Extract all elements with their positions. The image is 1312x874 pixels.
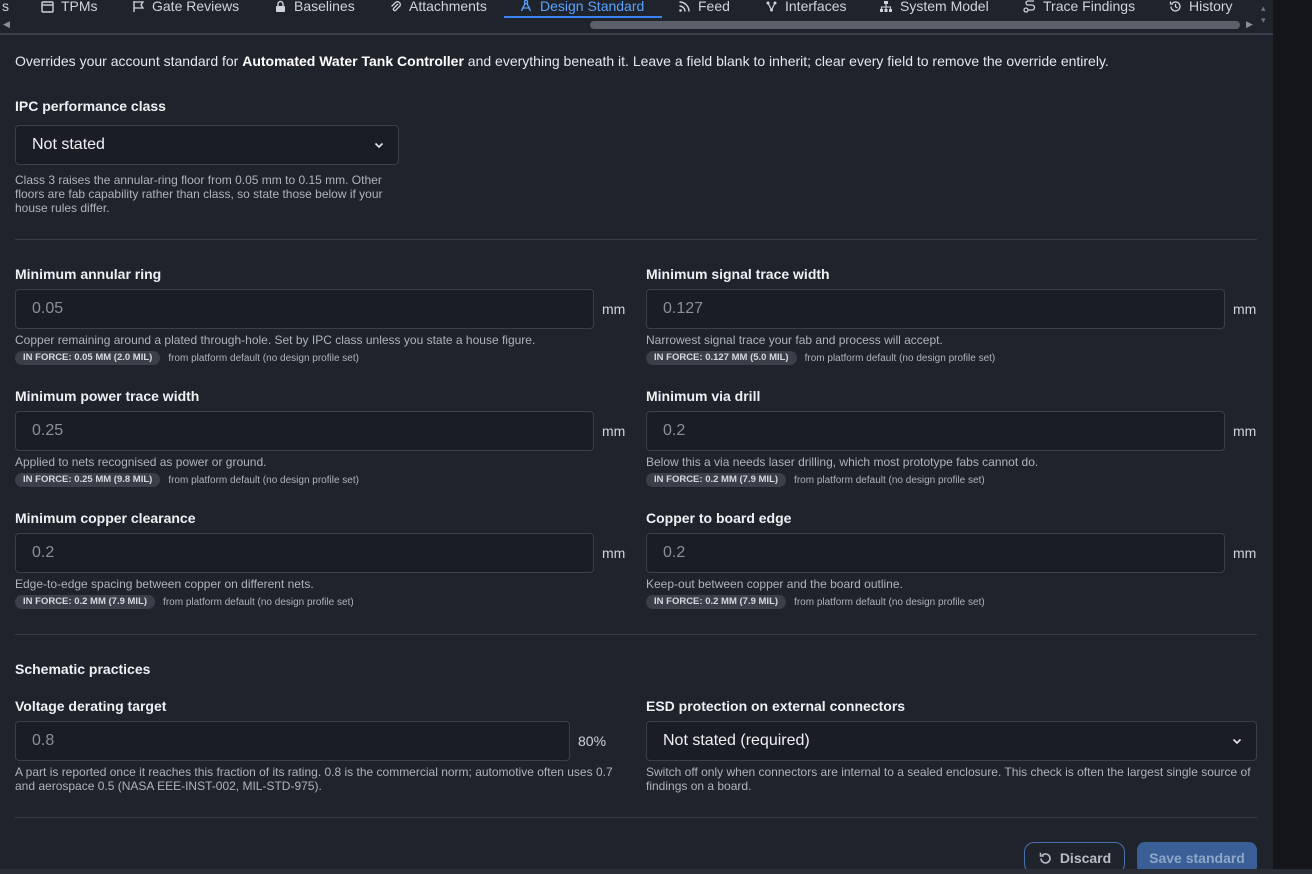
signal-trace-unit: mm (1233, 301, 1257, 317)
in-force-badge: IN FORCE: 0.2 MM (7.9 MIL) (15, 595, 156, 609)
scroll-right-icon[interactable]: ▶ (1246, 19, 1253, 30)
paperclip-icon (388, 0, 402, 13)
ipc-class-select[interactable]: Not stated (15, 125, 399, 165)
annular-ring-help: Copper remaining around a plated through… (15, 333, 536, 347)
window-gutter (1273, 0, 1312, 874)
tab-baselines[interactable]: Baselines (273, 0, 355, 17)
annular-ring-label: Minimum annular ring (15, 266, 162, 282)
esd-select[interactable]: Not stated (required) (646, 721, 1257, 761)
power-trace-unit: mm (602, 423, 626, 439)
signal-trace-help: Narrowest signal trace your fab and proc… (646, 333, 943, 347)
signal-trace-input[interactable]: 0.127 (646, 289, 1225, 329)
gutter-arrow-icon[interactable]: ▴ ▾ (1261, 2, 1271, 25)
network-icon (764, 0, 778, 13)
signal-trace-label: Minimum signal trace width (646, 266, 830, 282)
tab-tpms[interactable]: TPMs (40, 0, 98, 17)
in-force-badge: IN FORCE: 0.127 MM (5.0 MIL) (646, 351, 797, 365)
lock-icon (273, 0, 287, 13)
board-edge-label: Copper to board edge (646, 510, 792, 526)
section-divider (15, 817, 1257, 818)
esd-label: ESD protection on external connectors (646, 698, 906, 714)
divider (0, 33, 1273, 35)
via-drill-help: Below this a via needs laser drilling, w… (646, 455, 1039, 469)
copper-clearance-help: Edge-to-edge spacing between copper on d… (15, 577, 314, 591)
tab-bar: s TPMs Gate Reviews Baselines Attachment… (0, 0, 1273, 18)
board-edge-input[interactable]: 0.2 (646, 533, 1225, 573)
in-force-badge: IN FORCE: 0.2 MM (7.9 MIL) (646, 595, 787, 609)
source-note: from platform default (no design profile… (794, 596, 985, 608)
power-trace-input[interactable]: 0.25 (15, 411, 594, 451)
tab-gate-reviews[interactable]: Gate Reviews (131, 0, 239, 17)
ipc-class-label: IPC performance class (15, 98, 166, 114)
tab-attachments[interactable]: Attachments (388, 0, 487, 17)
derating-unit: 80% (578, 733, 607, 749)
source-note: from platform default (no design profile… (163, 596, 354, 608)
derating-help: A part is reported once it reaches this … (15, 765, 613, 793)
tab-feed[interactable]: Feed (677, 0, 730, 17)
tab-trace-findings[interactable]: Trace Findings (1022, 0, 1135, 17)
source-note: from platform default (no design profile… (168, 474, 359, 486)
tab-interfaces[interactable]: Interfaces (764, 0, 846, 17)
tab-design-standard[interactable]: Design Standard (519, 0, 644, 17)
via-drill-input[interactable]: 0.2 (646, 411, 1225, 451)
board-edge-unit: mm (1233, 545, 1257, 561)
flag-icon (131, 0, 145, 13)
save-label: Save standard (1149, 850, 1245, 866)
discard-label: Discard (1059, 850, 1112, 866)
tab-partial[interactable]: s (2, 0, 9, 17)
annular-ring-status: IN FORCE: 0.05 MM (2.0 MIL) from platfor… (15, 351, 359, 365)
history-icon (1168, 0, 1182, 13)
ruler-compass-icon (519, 0, 533, 13)
source-note: from platform default (no design profile… (804, 352, 996, 364)
power-trace-label: Minimum power trace width (15, 388, 200, 404)
trace-icon (1022, 0, 1036, 13)
power-trace-help: Applied to nets recognised as power or g… (15, 455, 267, 469)
scroll-left-icon[interactable]: ◀ (3, 19, 10, 30)
in-force-badge: IN FORCE: 0.2 MM (7.9 MIL) (646, 473, 787, 487)
esd-help: Switch off only when connectors are inte… (646, 765, 1251, 793)
app-window: s TPMs Gate Reviews Baselines Attachment… (0, 0, 1273, 874)
via-drill-unit: mm (1233, 423, 1257, 439)
ipc-class-help: Class 3 raises the annular-ring floor fr… (15, 173, 383, 215)
source-note: from platform default (no design profile… (168, 352, 359, 364)
in-force-badge: IN FORCE: 0.05 MM (2.0 MIL) (15, 351, 161, 365)
in-force-badge: IN FORCE: 0.25 MM (9.8 MIL) (15, 473, 161, 487)
calendar-icon (40, 0, 54, 13)
source-note: from platform default (no design profile… (794, 474, 985, 486)
scrollbar-thumb[interactable] (590, 21, 1240, 29)
annular-ring-input[interactable]: 0.05 (15, 289, 594, 329)
copper-clearance-label: Minimum copper clearance (15, 510, 196, 526)
undo-icon (1039, 852, 1051, 864)
rss-icon (677, 0, 691, 13)
board-edge-status: IN FORCE: 0.2 MM (7.9 MIL) from platform… (646, 595, 985, 609)
annular-ring-unit: mm (602, 301, 626, 317)
chevron-down-icon (1232, 738, 1242, 745)
derating-label: Voltage derating target (15, 698, 167, 714)
project-name: Automated Water Tank Controller (242, 53, 464, 69)
hierarchy-icon (879, 0, 893, 13)
derating-input[interactable]: 0.8 (15, 721, 570, 761)
bottom-edge (0, 869, 1312, 874)
copper-clearance-unit: mm (602, 545, 626, 561)
ipc-class-value: Not stated (32, 136, 105, 153)
section-divider (15, 239, 1257, 240)
copper-clearance-input[interactable]: 0.2 (15, 533, 594, 573)
via-drill-label: Minimum via drill (646, 388, 761, 404)
copper-clearance-status: IN FORCE: 0.2 MM (7.9 MIL) from platform… (15, 595, 354, 609)
tab-history[interactable]: History (1168, 0, 1233, 17)
schematic-section-title: Schematic practices (15, 661, 151, 677)
tab-system-model[interactable]: System Model (879, 0, 989, 17)
via-drill-status: IN FORCE: 0.2 MM (7.9 MIL) from platform… (646, 473, 985, 487)
intro-text: Overrides your account standard for Auto… (15, 53, 1109, 69)
tab-scrollbar[interactable]: ◀ ▶ (0, 18, 1255, 32)
chevron-down-icon (374, 142, 384, 149)
section-divider (15, 634, 1257, 635)
esd-value: Not stated (required) (663, 732, 810, 749)
board-edge-help: Keep-out between copper and the board ou… (646, 577, 903, 591)
power-trace-status: IN FORCE: 0.25 MM (9.8 MIL) from platfor… (15, 473, 359, 487)
signal-trace-status: IN FORCE: 0.127 MM (5.0 MIL) from platfo… (646, 351, 995, 365)
